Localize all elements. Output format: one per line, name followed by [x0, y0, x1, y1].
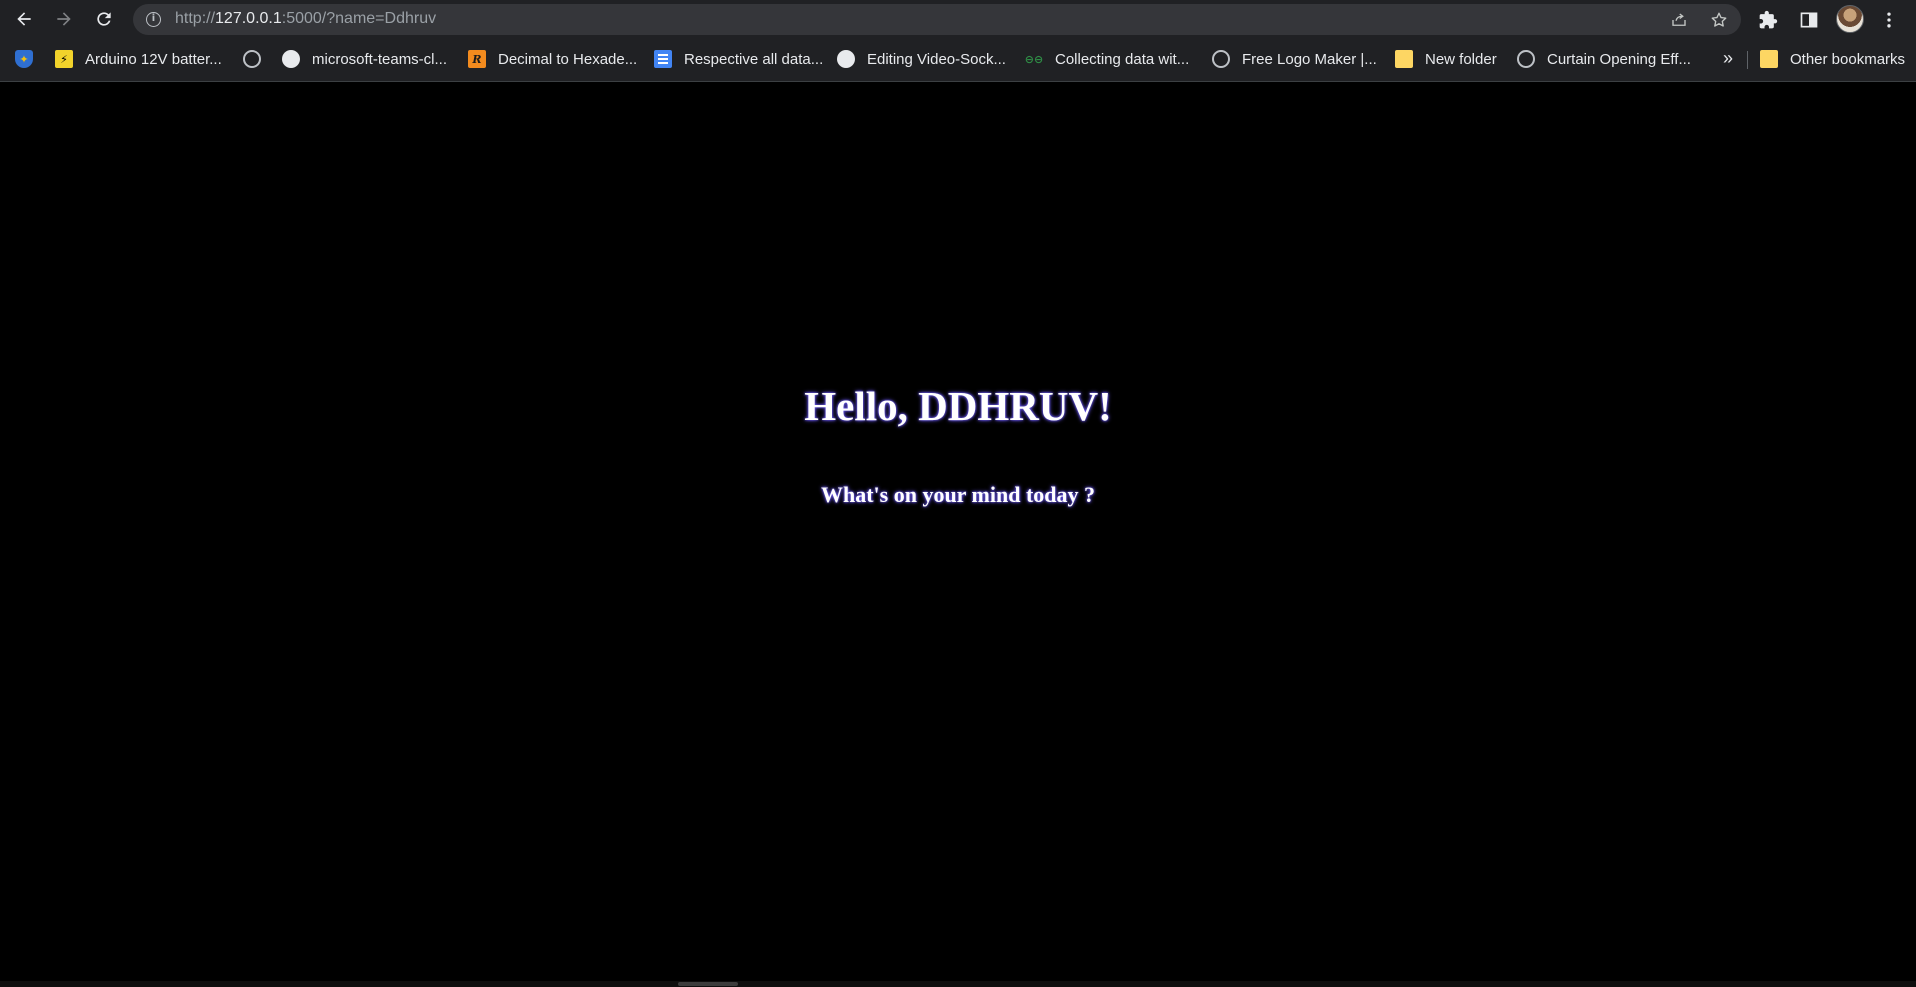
- back-button[interactable]: [8, 3, 40, 35]
- bookmarks-divider: [1747, 51, 1748, 69]
- side-panel-button[interactable]: [1796, 7, 1822, 33]
- puzzle-icon: [1759, 10, 1778, 29]
- profile-avatar[interactable]: [1836, 5, 1864, 33]
- other-bookmarks-folder[interactable]: Other bookmarks: [1760, 47, 1905, 71]
- vertical-dots-icon: [1887, 12, 1891, 28]
- globe-icon: [1212, 50, 1230, 68]
- info-icon[interactable]: i: [146, 12, 161, 27]
- arrow-right-icon: [57, 12, 71, 26]
- bookmark-item[interactable]: ⊖⊖ Collecting data wit...: [1025, 47, 1189, 71]
- globe-icon: [1517, 50, 1535, 68]
- prompt-subheading: What's on your mind today ?: [820, 482, 1096, 507]
- bookmark-label: Free Logo Maker |...: [1242, 50, 1377, 68]
- other-bookmarks-label: Other bookmarks: [1790, 50, 1906, 68]
- bookmark-item[interactable]: Free Logo Maker |...: [1212, 47, 1377, 71]
- bookmark-folder[interactable]: New folder: [1395, 47, 1497, 71]
- browser-toolbar: i http://127.0.0.1:5000/?name=Ddhruv: [0, 0, 1916, 39]
- side-panel-icon: [1800, 12, 1818, 28]
- page-content: Hello, DDHRUV! What's on your mind today…: [0, 82, 1916, 987]
- bookmark-label: Curtain Opening Eff...: [1547, 50, 1691, 68]
- docs-icon: [654, 50, 672, 68]
- reload-button[interactable]: [88, 3, 120, 35]
- bookmark-item[interactable]: R Decimal to Hexade...: [468, 47, 637, 71]
- share-icon: [1672, 13, 1686, 26]
- greeting-heading: Hello, DDHRUV!: [804, 383, 1112, 429]
- bookmark-label: microsoft-teams-cl...: [312, 50, 448, 68]
- bookmark-item[interactable]: ⚡ Arduino 12V batter...: [55, 47, 222, 71]
- github-icon: [837, 50, 855, 68]
- github-icon: [282, 50, 300, 68]
- folder-icon: [1395, 50, 1413, 68]
- reload-icon: [97, 12, 111, 26]
- forward-button[interactable]: [48, 3, 80, 35]
- url-text[interactable]: http://127.0.0.1:5000/?name=Ddhruv: [175, 10, 436, 28]
- url-scheme: http://: [175, 10, 216, 27]
- bookmark-label: Arduino 12V batter...: [85, 50, 222, 68]
- bookmark-item[interactable]: Respective all data...: [654, 47, 823, 71]
- url-host: 127.0.0.1: [215, 10, 282, 27]
- extensions-button[interactable]: [1755, 7, 1781, 33]
- arrow-left-icon: [17, 12, 31, 26]
- shield-icon: ✦: [15, 50, 33, 68]
- bookmark-item[interactable]: [243, 47, 273, 71]
- bookmark-item[interactable]: Curtain Opening Eff...: [1517, 47, 1691, 71]
- share-button[interactable]: [1668, 9, 1690, 31]
- folder-icon: [1760, 50, 1778, 68]
- bookmarks-overflow-button[interactable]: »: [1718, 47, 1738, 71]
- bookmark-item[interactable]: Editing Video-Sock...: [837, 47, 1006, 71]
- browser-menu-button[interactable]: [1876, 7, 1902, 33]
- bookmarks-bar: ✦ ⚡ Arduino 12V batter... microsoft-team…: [0, 39, 1916, 82]
- bookmark-item[interactable]: ✦: [15, 47, 45, 71]
- horizontal-scrollbar[interactable]: [0, 981, 1916, 987]
- bookmark-label: Respective all data...: [684, 50, 824, 68]
- globe-icon: [243, 50, 261, 68]
- url-path: :5000/?name=Ddhruv: [281, 10, 437, 27]
- address-bar[interactable]: i http://127.0.0.1:5000/?name=Ddhruv: [133, 4, 1741, 35]
- star-icon: [1711, 12, 1727, 27]
- bookmark-label: Editing Video-Sock...: [867, 50, 1006, 68]
- bookmark-label: New folder: [1425, 50, 1497, 68]
- bookmark-label: Decimal to Hexade...: [498, 50, 638, 68]
- bookmark-item[interactable]: microsoft-teams-cl...: [282, 47, 447, 71]
- arduino-icon: ⚡: [55, 50, 73, 68]
- scrollbar-thumb[interactable]: [678, 982, 738, 986]
- bookmark-label: Collecting data wit...: [1055, 50, 1190, 68]
- gfg-icon: ⊖⊖: [1024, 53, 1044, 66]
- bookmark-star-button[interactable]: [1708, 9, 1730, 31]
- r-logo-icon: R: [468, 50, 486, 68]
